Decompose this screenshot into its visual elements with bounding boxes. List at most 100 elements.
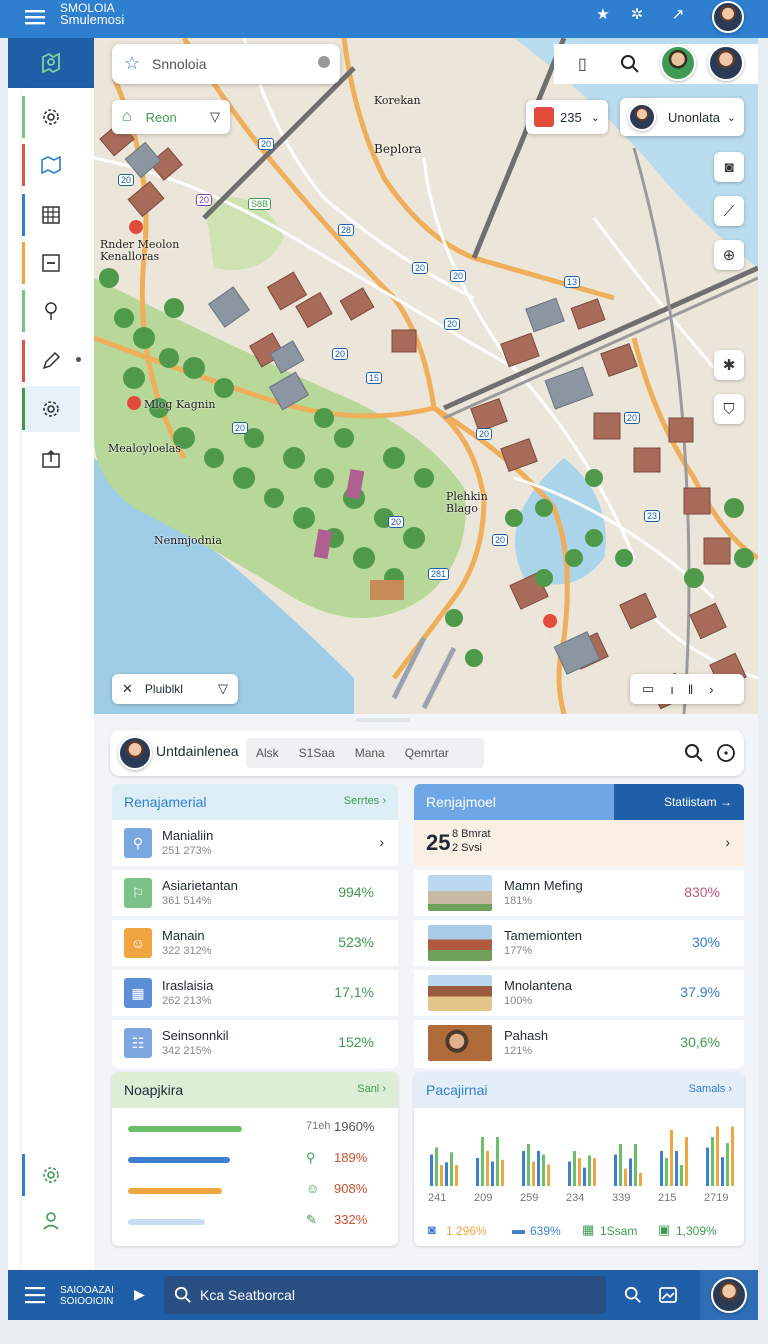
menu-icon[interactable] xyxy=(24,1286,46,1304)
count-dropdown[interactable]: 235 ⌄ xyxy=(526,100,608,134)
rail-item-profile[interactable] xyxy=(22,1198,80,1244)
map-badge[interactable]: 20 xyxy=(624,412,641,424)
map-badge[interactable]: 20 xyxy=(476,428,493,440)
search-icon[interactable] xyxy=(624,1286,642,1304)
pen-icon xyxy=(42,351,61,370)
list-item[interactable]: ☷ Seinsonnkil 342 215% 152% xyxy=(112,1020,398,1068)
image-icon[interactable] xyxy=(658,1285,678,1305)
map-badge[interactable]: 20 xyxy=(412,262,429,274)
map-badge[interactable]: 20 xyxy=(258,138,275,150)
share-icon[interactable]: ↗ xyxy=(667,4,689,26)
list-item[interactable]: Pahash 121% 30,6% xyxy=(414,1020,744,1068)
map-badge[interactable]: 20 xyxy=(196,194,213,206)
rail-item-draw[interactable] xyxy=(22,338,81,384)
highlight-row[interactable]: 25 8 Bmrat 2 Svsi › xyxy=(414,820,744,870)
map-badge[interactable]: 20 xyxy=(232,422,249,434)
settings-icon[interactable]: ✲ xyxy=(626,4,648,26)
bottom-user-avatar[interactable] xyxy=(711,1277,747,1313)
star-icon[interactable]: ★ xyxy=(592,4,614,26)
camera-button[interactable]: ◙ xyxy=(714,152,744,182)
map-layers-icon[interactable] xyxy=(39,51,63,75)
panel-avatar[interactable] xyxy=(118,736,152,770)
map-badge[interactable]: 20 xyxy=(388,516,405,528)
rail-item-gear-active[interactable] xyxy=(22,386,80,432)
star-icon[interactable]: ☆ xyxy=(124,53,140,74)
map-badge[interactable]: 15 xyxy=(366,372,383,384)
card-link[interactable]: Samals › xyxy=(689,1083,732,1095)
tab-mana[interactable]: Mana xyxy=(345,746,395,760)
rail-item-location[interactable] xyxy=(22,288,80,334)
chart-bar xyxy=(660,1151,663,1186)
map-badge[interactable]: 23 xyxy=(644,510,661,522)
list-item[interactable]: Tamemionten 177% 30% xyxy=(414,920,744,970)
list-item[interactable]: Mnolantena 100% 37.9% xyxy=(414,970,744,1020)
map-badge[interactable]: S8B xyxy=(248,198,272,210)
progress-value: 908% xyxy=(334,1181,368,1196)
tab-qemrtar[interactable]: Qemrtar xyxy=(395,746,459,760)
map-badge[interactable]: 20 xyxy=(444,318,461,330)
measure-button[interactable]: ⟋ xyxy=(714,196,744,226)
screen-icon[interactable]: ▭ xyxy=(642,681,654,697)
info-icon[interactable]: ı xyxy=(670,682,674,697)
map-badge[interactable]: 28 xyxy=(338,224,355,236)
layers-button[interactable]: ⊕ xyxy=(714,240,744,270)
user-dropdown[interactable]: Unonlata ⌄ xyxy=(620,98,744,136)
chevron-right-icon[interactable]: › xyxy=(379,834,384,850)
list-item[interactable]: ▦ Iraslaisia 262 213% 17,1% xyxy=(112,970,398,1020)
owner-avatar[interactable] xyxy=(708,45,744,81)
place-thumbnail xyxy=(428,1025,492,1061)
chart-bar xyxy=(675,1151,678,1186)
map-view[interactable]: 20 20 20 S8B 28 20 13 20 20 15 20 20 20 … xyxy=(94,38,758,714)
map-badge[interactable]: 20 xyxy=(450,270,467,282)
drag-handle[interactable] xyxy=(356,718,410,722)
shield-button[interactable]: ⛉ xyxy=(714,394,744,424)
map-badge[interactable]: 20 xyxy=(332,348,349,360)
card-link[interactable]: Sanl › xyxy=(357,1083,386,1095)
list-item[interactable]: ⚲ Manialiin 251 273% › xyxy=(112,820,398,870)
tab-alsk[interactable]: Alsk xyxy=(246,746,289,760)
map-search-box[interactable]: ☆ Snnoloia xyxy=(112,44,340,84)
chart-bar xyxy=(532,1161,535,1186)
rail-item-maps[interactable] xyxy=(22,142,80,188)
tab-s1saa[interactable]: S1Saa xyxy=(289,746,345,760)
card-link-label: Statiistam xyxy=(663,795,717,809)
play-icon[interactable]: ▶ xyxy=(134,1286,145,1303)
chevron-right-icon[interactable]: › xyxy=(725,834,730,850)
card-link[interactable]: Statiistam → xyxy=(664,795,732,809)
map-badge[interactable]: 20 xyxy=(118,174,135,186)
rail-item-export[interactable] xyxy=(22,436,80,482)
playback-controls[interactable]: ▭ ı ‖ › xyxy=(630,674,744,704)
map-badge[interactable]: 20 xyxy=(492,534,509,546)
row-value: 17,1% xyxy=(334,984,374,1000)
clear-icon[interactable] xyxy=(318,56,330,68)
bottom-search-box[interactable]: Kca Seatborcal xyxy=(164,1276,606,1314)
phone-icon[interactable]: ▯ xyxy=(578,54,587,74)
map-badge[interactable]: 281 xyxy=(428,568,450,580)
map-badge[interactable]: 13 xyxy=(564,276,581,288)
search-icon[interactable] xyxy=(684,743,704,763)
list-item[interactable]: ☺ Manain 322 312% 523% xyxy=(112,920,398,970)
user-avatar[interactable] xyxy=(712,1,744,33)
menu-icon[interactable] xyxy=(24,6,46,28)
row-sub: 342 215% xyxy=(162,1045,212,1057)
list-item[interactable]: ⚐ Asiarietantan 361 514% 994% xyxy=(112,870,398,920)
rail-item-panel[interactable] xyxy=(22,240,80,286)
map-canvas[interactable] xyxy=(94,38,758,714)
rail-item-settings[interactable] xyxy=(22,94,80,140)
card-link[interactable]: Serrtes › xyxy=(344,795,386,807)
info-icon[interactable] xyxy=(716,743,736,763)
app-title-line2: Smulemosi xyxy=(60,12,125,27)
filter-dropdown[interactable]: ⌂ Reon ▽ xyxy=(112,100,230,134)
rail-item-table[interactable] xyxy=(22,192,80,238)
chart-bar xyxy=(476,1158,479,1186)
pause-icon[interactable]: ‖ xyxy=(688,682,693,697)
collaborator-avatar[interactable] xyxy=(660,45,696,81)
search-icon[interactable] xyxy=(620,54,640,74)
rail-item-settings-bottom[interactable] xyxy=(22,1152,80,1198)
basemap-dropdown[interactable]: ✕ Pluiblkl ▽ xyxy=(112,674,238,704)
row-value: 37.9% xyxy=(680,984,720,1000)
row-name: Seinsonnkil xyxy=(162,1028,229,1043)
list-item[interactable]: Mamn Mefing 181% 830% xyxy=(414,870,744,920)
compass-button[interactable]: ✱ xyxy=(714,350,744,380)
next-icon[interactable]: › xyxy=(709,682,713,697)
